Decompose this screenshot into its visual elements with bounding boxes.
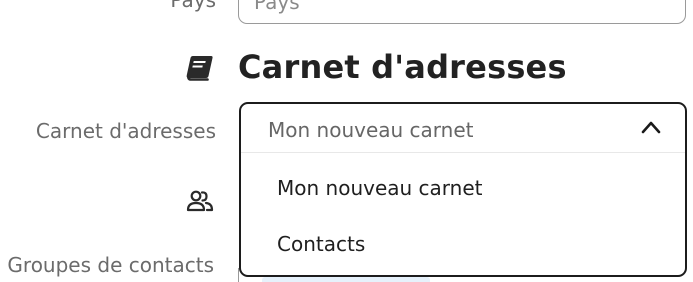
chevron-up-icon[interactable]: [641, 119, 661, 134]
contact-groups-label: Groupes de contacts: [7, 253, 214, 277]
country-input[interactable]: [238, 0, 686, 24]
address-book-option[interactable]: Contacts: [241, 218, 685, 270]
address-book-icon: [184, 55, 214, 83]
contact-groups-icon: [186, 189, 214, 213]
dropdown-divider: [241, 152, 685, 153]
address-book-section-title: Carnet d'adresses: [238, 48, 567, 86]
contact-form: Pays Carnet d'adresses Carnet d'adresses…: [0, 0, 693, 282]
address-book-option[interactable]: Mon nouveau carnet: [241, 162, 685, 214]
country-label: Pays: [170, 0, 216, 12]
address-book-select[interactable]: Mon nouveau carnet Mon nouveau carnet Co…: [239, 102, 687, 277]
address-book-label: Carnet d'adresses: [35, 119, 216, 143]
address-book-selected-value[interactable]: Mon nouveau carnet: [241, 104, 685, 152]
contact-group-chip[interactable]: [262, 277, 430, 282]
